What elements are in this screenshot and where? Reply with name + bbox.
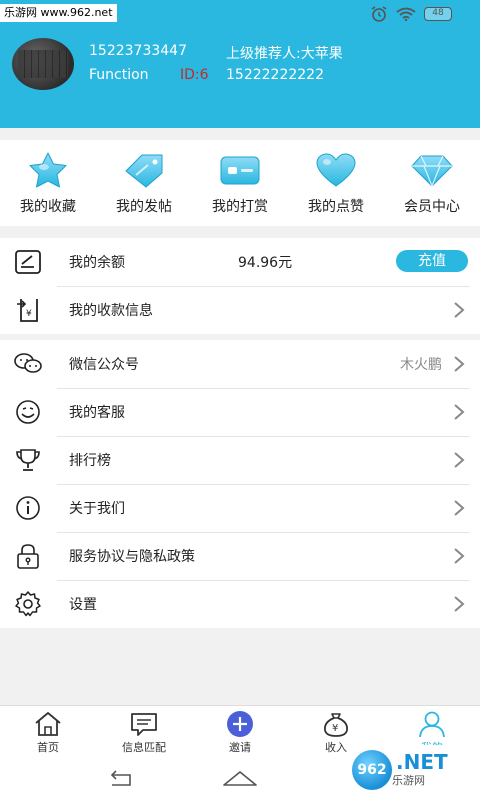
nav-label: 首页 xyxy=(37,741,59,754)
wechat-icon xyxy=(14,353,42,373)
chevron-right-icon xyxy=(454,356,465,372)
shortcut-rewards[interactable]: 我的打赏 xyxy=(192,140,288,226)
shortcut-posts[interactable]: 我的发帖 xyxy=(96,140,192,226)
smile-icon xyxy=(16,400,40,424)
menu-item-settings[interactable]: 设置 xyxy=(0,580,480,628)
shortcut-label: 我的打赏 xyxy=(212,199,268,215)
shortcut-vip-center[interactable]: 会员中心 xyxy=(384,140,480,226)
shortcut-likes[interactable]: 我的点赞 xyxy=(288,140,384,226)
nav-invite[interactable]: 邀请 xyxy=(192,706,288,758)
status-bar: 48 xyxy=(370,6,452,22)
wifi-icon xyxy=(396,7,416,21)
profile-page: 乐游网 www.962.net 48 15223733447 上级推荐人:大苹果… xyxy=(0,0,480,800)
chevron-right-icon xyxy=(454,596,465,612)
menu-item-customer-service[interactable]: 我的客服 xyxy=(0,388,480,437)
receipt-label: 我的收款信息 xyxy=(69,303,153,319)
shortcut-label: 我的收藏 xyxy=(20,199,76,215)
heart-icon xyxy=(316,153,356,187)
menu-item-about-us[interactable]: 关于我们 xyxy=(0,484,480,533)
plus-icon xyxy=(227,711,253,737)
menu-item-label: 服务协议与隐私政策 xyxy=(69,549,195,565)
receipt-icon: ¥ xyxy=(17,299,38,322)
user-phone: 15223733447 xyxy=(89,43,187,59)
watermark-text: 乐游网 www.962.net xyxy=(0,4,117,22)
shortcut-label: 会员中心 xyxy=(404,199,460,215)
user-nickname: Function xyxy=(89,67,149,83)
wallet-group: 我的余额 94.96元 充值 ¥ 我的收款信息 xyxy=(0,238,480,334)
nav-label: 信息匹配 xyxy=(122,741,166,754)
balance-label: 我的余额 xyxy=(69,255,125,271)
profile-header: 乐游网 www.962.net 48 15223733447 上级推荐人:大苹果… xyxy=(0,0,480,128)
tag-icon xyxy=(125,154,163,188)
star-icon xyxy=(29,152,67,188)
shortcut-favorites[interactable]: 我的收藏 xyxy=(0,140,96,226)
svg-text:¥: ¥ xyxy=(26,309,32,319)
watermark-site: 乐游网 xyxy=(392,774,425,787)
diamond-icon xyxy=(411,155,453,188)
svg-text:¥: ¥ xyxy=(332,723,338,734)
watermark-ball: 962 xyxy=(352,750,392,790)
watermark-logo: 962 .NET 乐游网 xyxy=(348,745,480,795)
menu-group: 微信公众号 木火鹏 我的客服 排行榜 关于我们 服务协议与隐私政策 设置 xyxy=(0,340,480,628)
shortcut-bar: 我的收藏 我的发帖 我的打赏 我的点赞 会员中心 xyxy=(0,140,480,226)
menu-item-label: 排行榜 xyxy=(69,453,111,469)
lock-icon xyxy=(17,544,39,569)
back-icon[interactable] xyxy=(108,769,134,789)
watermark-net: .NET xyxy=(396,750,448,774)
home-nav-icon[interactable] xyxy=(222,769,258,789)
money-bag-icon: ¥ xyxy=(324,713,348,737)
menu-item-privacy-policy[interactable]: 服务协议与隐私政策 xyxy=(0,532,480,581)
balance-row[interactable]: 我的余额 94.96元 充值 xyxy=(0,238,480,287)
recharge-button[interactable]: 充值 xyxy=(396,250,468,272)
chevron-right-icon xyxy=(454,404,465,420)
menu-item-value: 木火鹏 xyxy=(400,357,442,373)
trophy-icon xyxy=(16,449,40,471)
alarm-icon xyxy=(371,6,387,22)
menu-item-label: 设置 xyxy=(69,597,97,613)
chevron-right-icon xyxy=(454,302,465,318)
battery-indicator: 48 xyxy=(424,7,452,21)
chevron-right-icon xyxy=(454,452,465,468)
chevron-right-icon xyxy=(454,548,465,564)
card-icon xyxy=(220,156,260,185)
nav-home[interactable]: 首页 xyxy=(0,706,96,758)
message-icon xyxy=(131,713,157,736)
menu-item-label: 我的客服 xyxy=(69,405,125,421)
menu-item-label: 微信公众号 xyxy=(69,357,139,373)
nav-label: 收入 xyxy=(325,741,347,754)
balance-icon xyxy=(15,250,41,274)
balance-value: 94.96元 xyxy=(238,255,293,271)
shortcut-label: 我的发帖 xyxy=(116,199,172,215)
referrer-phone: 15222222222 xyxy=(226,67,324,83)
shortcut-label: 我的点赞 xyxy=(308,199,364,215)
menu-item-leaderboard[interactable]: 排行榜 xyxy=(0,436,480,485)
chevron-right-icon xyxy=(454,500,465,516)
menu-item-wechat-official[interactable]: 微信公众号 木火鹏 xyxy=(0,340,480,389)
gear-icon xyxy=(15,591,41,617)
nav-info-match[interactable]: 信息匹配 xyxy=(96,706,192,758)
referrer-label: 上级推荐人:大苹果 xyxy=(226,46,343,62)
menu-item-label: 关于我们 xyxy=(69,501,125,517)
nav-label: 邀请 xyxy=(229,741,251,754)
avatar[interactable] xyxy=(12,38,74,90)
person-icon xyxy=(419,711,445,738)
home-icon xyxy=(35,712,61,736)
user-id: ID:6 xyxy=(180,67,209,83)
info-icon xyxy=(16,496,40,520)
receipt-info-row[interactable]: ¥ 我的收款信息 xyxy=(0,286,480,334)
